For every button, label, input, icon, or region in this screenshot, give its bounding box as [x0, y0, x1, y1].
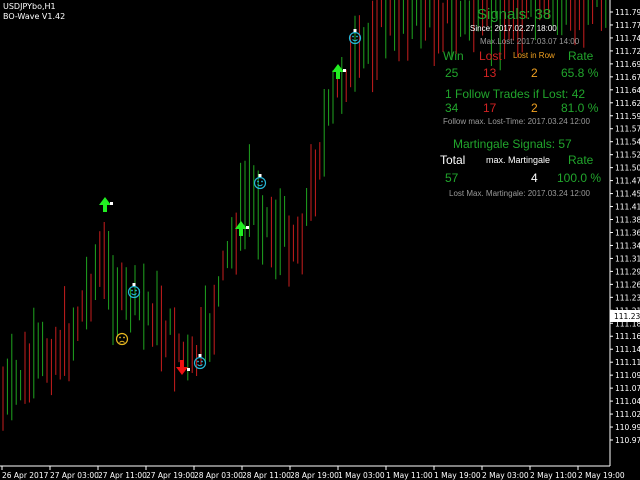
- win-value: 25: [445, 66, 459, 80]
- time-label: 27 Apr 11:00: [98, 471, 147, 480]
- follow-lost-value: 17: [483, 101, 497, 115]
- total-header: Total: [440, 153, 466, 167]
- price-label: 111.367: [615, 228, 640, 237]
- price-label: 111.647: [615, 86, 640, 95]
- price-chart[interactable]: 111.797 111.772 111.747 111.722 111.697 111.6…: [0, 0, 640, 480]
- rate-header: Rate: [568, 49, 594, 63]
- price-label: 111.142: [615, 345, 640, 354]
- lost-header: Lost: [479, 49, 502, 63]
- price-label: 111.097: [615, 371, 640, 380]
- win-header: Win: [443, 49, 464, 63]
- price-label: 111.022: [615, 410, 640, 419]
- lost-max-martingale: Lost Max. Martingale: 2017.03.24 12:00: [449, 189, 590, 198]
- price-label: 111.722: [615, 47, 640, 56]
- price-label: 111.452: [615, 190, 640, 199]
- follow-trades-label: 1 Follow Trades if Lost: 42: [445, 87, 586, 101]
- time-label: 26 Apr 2017: [2, 471, 49, 480]
- price-label: 111.072: [615, 384, 640, 393]
- lost-in-row-value: 2: [531, 66, 538, 80]
- martingale-signals: Martingale Signals: 57: [453, 137, 572, 151]
- time-label: 1 May 19:00: [434, 471, 481, 480]
- max-martingale-header: max. Martingale: [486, 155, 551, 165]
- time-label: 27 Apr 03:00: [50, 471, 99, 480]
- lost-in-row-header: Lost in Row: [513, 51, 555, 60]
- price-label: 111.622: [615, 99, 640, 108]
- price-label: 111.747: [615, 34, 640, 43]
- price-label: 111.237: [615, 293, 640, 302]
- follow-lost-in-row-value: 2: [531, 101, 538, 115]
- time-label: 1 May 03:00: [338, 471, 385, 480]
- martingale-total-value: 57: [445, 171, 459, 185]
- time-label: 28 Apr 11:00: [242, 471, 291, 480]
- price-label: 111.162: [615, 332, 640, 341]
- price-label: 111.117: [615, 358, 640, 367]
- time-label: 28 Apr 19:00: [290, 471, 339, 480]
- price-label: 111.797: [615, 8, 640, 17]
- price-label: 111.547: [615, 138, 640, 147]
- time-label: 2 May 19:00: [578, 471, 625, 480]
- price-label: 111.672: [615, 73, 640, 82]
- price-label: 111.342: [615, 241, 640, 250]
- indicator-name: BO-Wave V1.42: [3, 12, 66, 21]
- lost-value: 13: [483, 66, 497, 80]
- price-label: 111.772: [615, 21, 640, 30]
- price-label: 111.572: [615, 125, 640, 134]
- price-label: 111.502: [615, 164, 640, 173]
- time-label: 28 Apr 03:00: [194, 471, 243, 480]
- time-label: 2 May 03:00: [482, 471, 529, 480]
- price-label: 111.697: [615, 60, 640, 69]
- time-label: 27 Apr 19:00: [146, 471, 195, 480]
- current-price-label: 111.232: [614, 312, 640, 321]
- follow-max-lost-time: Follow max. Lost-Time: 2017.03.24 12:00: [443, 117, 590, 126]
- time-label: 2 May 11:00: [530, 471, 577, 480]
- price-label: 111.387: [615, 216, 640, 225]
- price-label: 111.412: [615, 203, 640, 212]
- price-label: 110.997: [615, 423, 640, 432]
- price-label: 110.972: [615, 436, 640, 445]
- max-lost-date: Max.Lost: 2017.03.07 14:00: [480, 37, 580, 46]
- follow-rate-value: 81.0 %: [561, 101, 599, 115]
- follow-win-value: 34: [445, 101, 459, 115]
- time-label: 1 May 11:00: [386, 471, 433, 480]
- price-label: 111.317: [615, 254, 640, 263]
- symbol-timeframe: USDJPYbo,H1: [3, 2, 56, 11]
- martingale-rate-header: Rate: [568, 153, 594, 167]
- martingale-rate-value: 100.0 %: [557, 171, 602, 185]
- price-label: 111.047: [615, 397, 640, 406]
- price-label: 111.527: [615, 151, 640, 160]
- max-martingale-value: 4: [531, 171, 538, 185]
- rate-value: 65.8 %: [561, 66, 599, 80]
- price-label: 111.597: [615, 112, 640, 121]
- price-label: 111.292: [615, 267, 640, 276]
- since-date: Since: 2017.02.27 18:00: [470, 24, 557, 33]
- price-label: 111.477: [615, 177, 640, 186]
- signals-count: Signals: 38: [477, 6, 552, 23]
- price-label: 111.262: [615, 280, 640, 289]
